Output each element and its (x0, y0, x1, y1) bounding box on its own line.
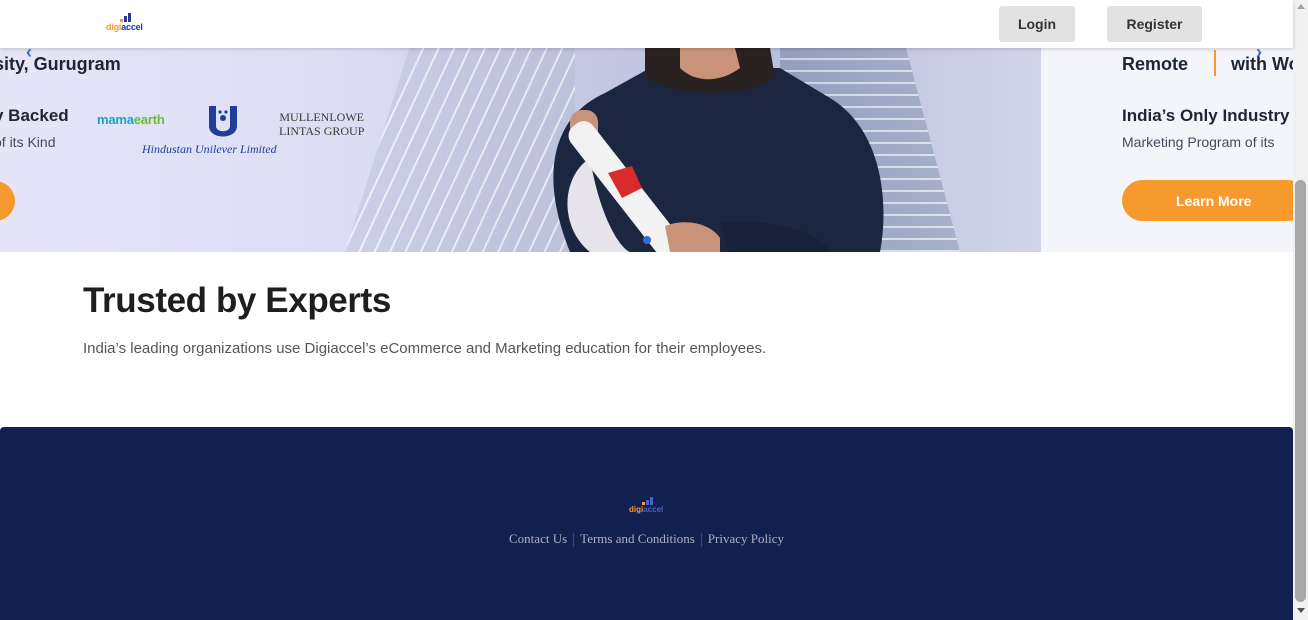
learn-more-button[interactable]: Learn More (1122, 180, 1293, 221)
carousel-next-icon[interactable]: › (1256, 48, 1262, 63)
logo-wordmark: digiaccel (106, 22, 143, 32)
digiaccel-logo[interactable]: digiaccel (106, 13, 146, 35)
scroll-thumb[interactable] (1295, 180, 1306, 602)
login-button[interactable]: Login (999, 6, 1075, 42)
logo-bars-icon (120, 13, 132, 22)
carousel-dot-active[interactable] (643, 236, 651, 244)
footer-logo-bars-icon (642, 497, 654, 505)
slide-divider (1214, 50, 1216, 76)
mullenlowe-line1: MULLENLOWE (279, 110, 365, 124)
register-button[interactable]: Register (1107, 6, 1202, 42)
slide-heading: y Backed (0, 106, 69, 125)
slide-heading-next: India’s Only Industry (1122, 106, 1290, 125)
hul-logo-text: Hindustan Unilever Limited (142, 142, 277, 156)
slide-location-text: sity, Gurugram (0, 54, 121, 74)
slide-with-text: with Wo (1231, 54, 1293, 74)
slide-cta-button-partial[interactable] (0, 181, 15, 221)
site-footer: digiaccel Contact Us Terms and Conditions… (0, 427, 1293, 620)
footer-link-terms[interactable]: Terms and Conditions (574, 531, 701, 546)
slide-remote-text: Remote (1122, 54, 1189, 74)
mullenlowe-line2: LINTAS GROUP (279, 124, 365, 138)
footer-links: Contact Us Terms and Conditions Privacy Po… (0, 531, 1293, 548)
mamaearth-logo: mamaearth (97, 112, 165, 127)
mullenlowe-logo: MULLENLOWE LINTAS GROUP (279, 110, 364, 138)
trusted-section-title: Trusted by Experts (83, 281, 391, 320)
hul-logo-icon (209, 106, 237, 137)
carousel-slide-main: ‹ sity, Gurugram y Backed of its Kind ma… (0, 48, 1041, 252)
scroll-up-arrow-icon[interactable] (1297, 4, 1305, 9)
slide-subheading: of its Kind (0, 134, 56, 150)
graduate-student-image (553, 48, 884, 252)
slide-subheading-next: Marketing Program of its (1122, 134, 1275, 150)
scroll-down-arrow-icon[interactable] (1297, 608, 1305, 613)
carousel-slide-next: Remote with Wo India’s Only Industry Mar… (1041, 48, 1293, 252)
footer-logo[interactable]: digiaccel (629, 497, 669, 517)
trusted-section-subtitle: India’s leading organizations use Digiac… (83, 340, 767, 357)
hero-carousel: ‹ sity, Gurugram y Backed of its Kind ma… (0, 48, 1293, 252)
footer-logo-wordmark: digiaccel (629, 505, 664, 514)
page-scrollbar[interactable] (1293, 0, 1308, 620)
footer-link-privacy[interactable]: Privacy Policy (702, 531, 790, 546)
footer-link-contact[interactable]: Contact Us (503, 531, 573, 546)
top-header: digiaccel Login Register (0, 0, 1293, 48)
